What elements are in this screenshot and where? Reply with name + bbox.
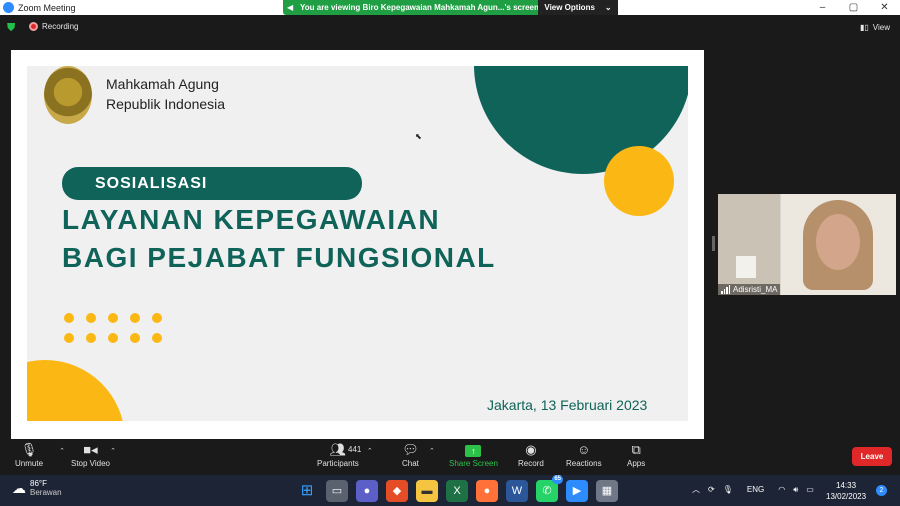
view-options-button[interactable]: View Options ⌄	[538, 0, 618, 15]
zoom-logo-icon	[3, 2, 14, 13]
wifi-icon[interactable]: ◠	[778, 485, 785, 494]
slide-heading-line1: LAYANAN KEPEGAWAIAN	[62, 204, 441, 235]
sync-icon[interactable]: ⟳	[708, 485, 715, 494]
view-label: View	[872, 23, 890, 32]
view-layout-icon: ▮▯	[859, 23, 869, 32]
cloud-icon: ☁	[12, 479, 26, 496]
firefox-icon[interactable]: ●	[476, 480, 498, 502]
recording-label: Recording	[42, 22, 79, 31]
chevron-up-icon[interactable]: ⌃	[429, 447, 435, 455]
chevron-up-icon[interactable]: ⌃	[110, 447, 116, 455]
yellow-corner-decoration	[27, 360, 125, 421]
chevron-down-icon: ⌄	[604, 3, 612, 12]
participants-label: Participants	[317, 459, 359, 468]
yellow-circle-decoration	[604, 146, 674, 216]
weather-widget[interactable]: ☁ 86°F Berawan	[12, 479, 62, 497]
view-options-label: View Options	[544, 3, 595, 12]
taskbar-apps: ⊞ ▭ ● ◆ ▬ X ● W ✆ 65 ▶ ▦	[296, 475, 618, 502]
tissue-box	[736, 256, 756, 278]
battery-icon[interactable]: ▭	[806, 485, 814, 494]
tray-chevron-icon[interactable]: ︿	[692, 484, 700, 495]
mouse-cursor-icon: ⬉	[415, 132, 422, 141]
share-screen-label: Share Screen	[449, 459, 498, 468]
whatsapp-icon[interactable]: ✆ 65	[536, 475, 563, 502]
clock-date: 13/02/2023	[826, 492, 867, 501]
security-shield-icon[interactable]: ⛊	[7, 22, 19, 34]
sosialisasi-label: SOSIALISASI	[62, 167, 362, 200]
calculator-icon[interactable]: ▦	[596, 480, 618, 502]
signal-bars-icon	[721, 285, 730, 294]
weather-desc: Berawan	[30, 488, 62, 497]
record-button[interactable]: ◉ Record	[518, 441, 544, 468]
excel-icon[interactable]: X	[446, 480, 468, 502]
record-label: Record	[518, 459, 544, 468]
apps-button[interactable]: ⧉ Apps	[627, 441, 645, 468]
teams-chat-icon[interactable]: ●	[356, 480, 378, 502]
clock-time: 14:33	[836, 481, 857, 490]
window-title: Zoom Meeting	[18, 2, 76, 13]
meeting-top-bar	[0, 15, 900, 41]
shared-screen: Mahkamah Agung Republik Indonesia SOSIAL…	[11, 50, 704, 439]
recording-indicator[interactable]: Recording	[29, 22, 78, 31]
zoom-taskbar-icon[interactable]: ▶	[566, 480, 588, 502]
chat-button[interactable]: 💬︎ Chat ⌃	[402, 441, 435, 468]
whatsapp-badge: 65	[552, 475, 563, 484]
window-controls: – ▢ ✕	[807, 0, 900, 15]
system-tray: ︿ ⟳ 🎙︎ ENG ◠ 🔊︎ ▭	[692, 484, 814, 495]
apps-icon: ⧉	[631, 442, 641, 457]
presentation-slide: Mahkamah Agung Republik Indonesia SOSIAL…	[27, 66, 688, 421]
taskbar-clock[interactable]: 14:33 13/02/2023	[826, 480, 866, 502]
unmute-button[interactable]: 🎙︎ Unmute ⌃	[15, 441, 65, 468]
record-icon: ◉	[525, 442, 537, 457]
mahkamah-agung-seal-icon	[44, 66, 92, 124]
reactions-label: Reactions	[566, 459, 602, 468]
participant-video-tile[interactable]: Adisristi_MA	[718, 194, 896, 295]
close-button[interactable]: ✕	[869, 0, 900, 15]
participant-name: Adisristi_MA	[733, 285, 778, 294]
slide-heading-line2: BAGI PEJABAT FUNGSIONAL	[62, 242, 496, 273]
apps-label: Apps	[627, 459, 646, 468]
office-app-icon[interactable]: ◆	[386, 480, 408, 502]
participant-name-tag: Adisristi_MA	[718, 284, 781, 295]
org-name-line1: Mahkamah Agung	[106, 76, 219, 92]
language-indicator[interactable]: ENG	[747, 485, 764, 494]
volume-icon[interactable]: 🔊︎	[793, 485, 798, 495]
muted-microphone-icon: 🎙︎	[20, 442, 38, 457]
task-view-icon[interactable]: ▭	[326, 480, 348, 502]
leave-button[interactable]: Leave	[852, 447, 892, 466]
share-screen-button[interactable]: ↑ Share Screen	[449, 441, 498, 468]
reactions-button[interactable]: ☺︎ Reactions	[566, 441, 602, 468]
stop-video-label: Stop Video	[71, 459, 110, 468]
stop-video-button[interactable]: ■◂ Stop Video ⌃	[71, 441, 116, 468]
splitter-handle[interactable]	[712, 236, 715, 251]
windows-start-icon[interactable]: ⊞	[296, 480, 318, 502]
share-screen-icon: ↑	[465, 441, 482, 459]
view-button[interactable]: ▮▯ View	[860, 23, 890, 32]
org-name-line2: Republik Indonesia	[106, 96, 226, 112]
unmute-label: Unmute	[15, 459, 44, 468]
file-explorer-icon[interactable]: ▬	[416, 480, 438, 502]
notification-badge[interactable]: 2	[876, 485, 887, 496]
share-banner-text: You are viewing Biro Kepegawaian Mahkama…	[300, 3, 539, 12]
dot-grid-decoration	[64, 313, 162, 343]
microphone-icon[interactable]: 🎙︎	[723, 485, 733, 494]
word-icon[interactable]: W	[506, 480, 528, 502]
chat-label: Chat	[402, 459, 419, 468]
participants-icon: 👥︎	[329, 442, 347, 457]
participant-face	[816, 214, 860, 270]
participants-count: 441	[348, 445, 362, 454]
speaker-icon: ◀	[287, 3, 294, 12]
minimize-button[interactable]: –	[807, 0, 838, 15]
share-banner: ◀ You are viewing Biro Kepegawaian Mahka…	[283, 0, 618, 15]
chat-bubble-icon: 💬︎	[402, 442, 419, 457]
maximize-button[interactable]: ▢	[838, 0, 869, 15]
chevron-up-icon[interactable]: ⌃	[367, 447, 373, 455]
video-camera-icon: ■◂	[83, 442, 98, 457]
weather-temp: 86°F	[30, 479, 47, 488]
chevron-up-icon[interactable]: ⌃	[59, 447, 65, 455]
record-dot-icon	[29, 22, 38, 31]
place-date: Jakarta, 13 Februari 2023	[487, 397, 648, 413]
smiley-plus-icon: ☺︎	[577, 442, 591, 457]
